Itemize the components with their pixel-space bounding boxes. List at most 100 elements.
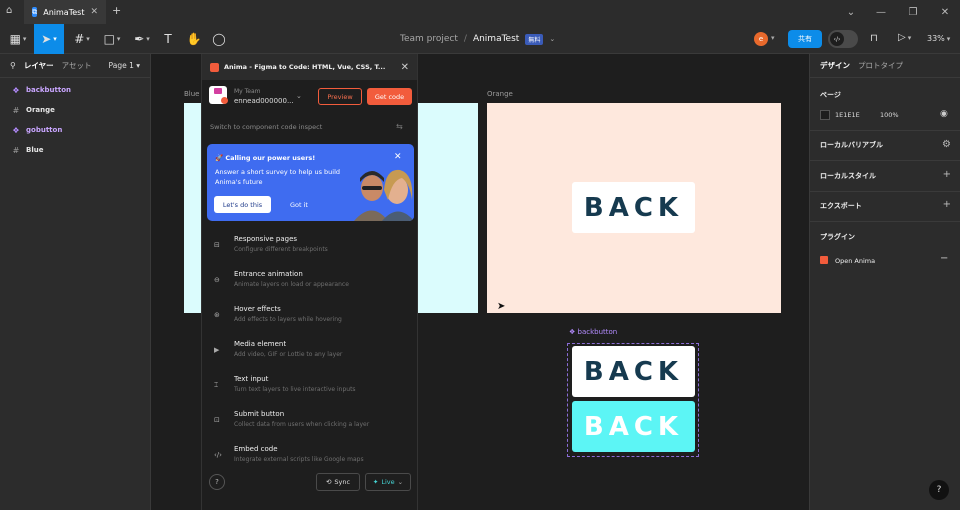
minimize-icon[interactable]: — xyxy=(866,0,896,24)
export-section: エクスポート + xyxy=(810,199,960,211)
team-user[interactable]: ennead000000... xyxy=(234,97,294,105)
lets-do-this-button[interactable]: Let's do this xyxy=(214,196,271,213)
got-it-button[interactable]: Got it xyxy=(279,196,319,213)
tab-layers[interactable]: レイヤー xyxy=(24,60,54,71)
switch-inspect-link[interactable]: Switch to component code inspect xyxy=(210,123,322,131)
page-selector[interactable]: Page 1 ▾ xyxy=(109,61,140,70)
text-tool-icon[interactable]: T xyxy=(154,24,182,54)
feature-title: Embed code xyxy=(234,445,278,453)
tab-prototype[interactable]: プロトタイプ xyxy=(858,60,903,71)
frame-label-blue[interactable]: Blue xyxy=(184,90,200,98)
breadcrumb: Team project / AnimaTest 無料 ⌄ xyxy=(400,24,555,54)
page-color-value[interactable]: 1E1E1E xyxy=(835,111,860,119)
local-variables-section[interactable]: ローカルバリアブル ⚙ xyxy=(810,139,960,150)
eye-icon[interactable]: ◉ xyxy=(940,109,948,119)
back-variant-hover[interactable]: BACK xyxy=(572,401,695,452)
frame-tool-icon[interactable]: # ▾ xyxy=(68,24,96,54)
component-icon: ❖ xyxy=(12,125,20,135)
feature-item[interactable]: ⊛ Hover effects Add effects to layers wh… xyxy=(202,302,419,336)
divider xyxy=(810,160,960,161)
frame-label-orange[interactable]: Orange xyxy=(487,90,513,98)
variables-settings-icon[interactable]: ⚙ xyxy=(942,139,951,150)
anima-logo-icon xyxy=(210,62,219,72)
back-button-instance[interactable]: BACK xyxy=(572,182,695,233)
chevron-down-icon[interactable]: ⌄ xyxy=(836,0,866,24)
feature-item[interactable]: ‹/› Embed code Integrate external script… xyxy=(202,442,419,476)
main-menu-icon[interactable]: ▦ ▾ xyxy=(4,24,32,54)
feature-title: Text input xyxy=(234,375,269,383)
feature-item[interactable]: ⊡ Submit button Collect data from users … xyxy=(202,407,419,441)
team-avatar[interactable] xyxy=(209,86,228,104)
add-style-icon[interactable]: + xyxy=(943,169,951,180)
breadcrumb-file[interactable]: AnimaTest xyxy=(473,34,519,44)
close-plugin-icon[interactable]: ✕ xyxy=(401,62,409,73)
share-button[interactable]: 共有 xyxy=(788,30,822,48)
feature-desc: Integrate external scripts like Google m… xyxy=(234,456,364,463)
library-icon[interactable]: ⊓ xyxy=(870,33,878,44)
switch-arrows-icon[interactable]: ⇆ xyxy=(396,122,403,131)
team-chevron-icon[interactable]: ⌄ xyxy=(296,92,302,100)
restore-icon[interactable]: ❐ xyxy=(898,0,928,24)
frame-icon: # xyxy=(12,145,20,155)
code-icon: ‹/› xyxy=(830,32,844,46)
plugins-section-title: プラグイン xyxy=(820,233,855,241)
minus-icon[interactable]: − xyxy=(940,253,948,264)
plugin-help-button[interactable]: ? xyxy=(209,474,225,490)
team-photo-image xyxy=(352,160,414,221)
get-code-button[interactable]: Get code xyxy=(367,88,412,105)
feature-item[interactable]: ⊖ Entrance animation Animate layers on l… xyxy=(202,267,419,301)
shape-tool-icon[interactable]: □ ▾ xyxy=(98,24,126,54)
responsive-icon: ⊟ xyxy=(214,241,220,249)
layer-item[interactable]: ❖ backbutton xyxy=(0,80,151,100)
file-tab[interactable]: ⧉ AnimaTest ✕ xyxy=(24,0,106,24)
page-selector-label: Page 1 xyxy=(108,61,134,70)
layer-item[interactable]: # Orange xyxy=(0,100,151,120)
preview-button[interactable]: Preview xyxy=(318,88,362,105)
tab-assets[interactable]: アセット xyxy=(62,60,92,71)
hand-tool-icon[interactable]: ✋ xyxy=(180,24,208,54)
design-panel: デザイン プロトタイプ ページ 1E1E1E 100% ◉ ローカルバリアブル ⚙… xyxy=(809,54,960,510)
layer-name: gobutton xyxy=(26,126,63,134)
avatar[interactable]: e xyxy=(754,32,768,46)
file-menu-chevron-icon[interactable]: ⌄ xyxy=(549,35,555,43)
tab-design[interactable]: デザイン xyxy=(820,60,850,71)
promo-title: 🚀 Calling our power users! xyxy=(215,154,316,162)
feature-item[interactable]: ⌶ Text input Turn text layers to live in… xyxy=(202,372,419,406)
layer-name: Blue xyxy=(26,146,44,154)
close-tab-icon[interactable]: ✕ xyxy=(90,7,98,17)
open-anima-button[interactable]: Open Anima xyxy=(835,257,875,265)
feature-item[interactable]: ⊟ Responsive pages Configure different b… xyxy=(202,232,419,266)
pen-tool-icon[interactable]: ✒ ▾ xyxy=(128,24,156,54)
layer-item[interactable]: # Blue xyxy=(0,140,151,160)
comment-tool-icon[interactable]: ◯ xyxy=(205,24,233,54)
add-export-icon[interactable]: + xyxy=(943,199,951,210)
move-tool-icon[interactable]: ➤ ▾ xyxy=(34,24,64,54)
search-icon[interactable]: ⚲ xyxy=(10,61,16,70)
live-chevron-icon: ⌄ xyxy=(397,478,404,486)
live-button[interactable]: ✦ Live ⌄ xyxy=(365,473,411,491)
page-opacity-value[interactable]: 100% xyxy=(880,111,899,119)
close-window-icon[interactable]: ✕ xyxy=(930,0,960,24)
feature-title: Responsive pages xyxy=(234,235,298,243)
local-variables-label: ローカルバリアブル xyxy=(820,141,883,149)
live-label: Live xyxy=(381,478,395,486)
present-play-icon[interactable]: ▷ ▾ xyxy=(898,32,911,43)
anima-plugin-panel: Anima - Figma to Code: HTML, Vue, CSS, T… xyxy=(201,54,418,510)
text-input-icon: ⌶ xyxy=(214,381,219,389)
sync-button[interactable]: ⟲ Sync xyxy=(316,473,360,491)
new-tab-icon[interactable]: + xyxy=(112,4,121,17)
layer-item[interactable]: ❖ gobutton xyxy=(0,120,151,140)
zoom-menu[interactable]: 33% ▾ xyxy=(927,34,950,43)
back-variant-default[interactable]: BACK xyxy=(572,346,695,397)
help-button[interactable]: ? xyxy=(929,480,949,500)
dev-mode-toggle[interactable]: ‹/› xyxy=(828,30,858,48)
page-color-swatch[interactable] xyxy=(820,110,830,120)
feature-desc: Add effects to layers while hovering xyxy=(234,316,342,323)
feature-item[interactable]: ▶ Media element Add video, GIF or Lottie… xyxy=(202,337,419,371)
breadcrumb-project[interactable]: Team project xyxy=(400,34,458,44)
home-icon[interactable]: ⌂ xyxy=(6,5,18,19)
avatar-chevron-icon[interactable]: ▾ xyxy=(771,34,775,42)
component-set-label[interactable]: ❖ backbutton xyxy=(569,328,617,336)
orange-frame[interactable]: BACK xyxy=(487,103,781,313)
component-set-name: backbutton xyxy=(577,328,618,336)
